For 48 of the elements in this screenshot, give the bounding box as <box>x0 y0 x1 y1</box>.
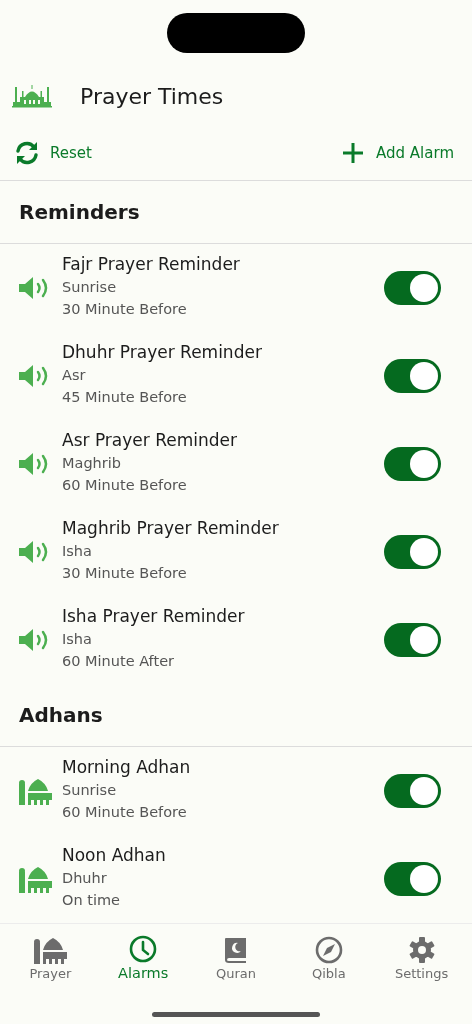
section-title: Adhans <box>19 703 103 727</box>
toggle-switch[interactable] <box>384 623 441 657</box>
reminder-title: Fajr Prayer Reminder <box>62 253 241 276</box>
compass-icon <box>314 935 343 964</box>
time-offset: 45 Minute Before <box>62 388 188 407</box>
mosque-icon <box>18 865 52 893</box>
settings-icon <box>407 935 436 964</box>
prayer-name: Isha <box>62 542 93 561</box>
reminder-title: Dhuhr Prayer Reminder <box>62 341 263 364</box>
time-offset: 30 Minute Before <box>62 300 188 319</box>
prayer-name: Sunrise <box>62 278 118 297</box>
prayer-name: Asr <box>62 366 87 385</box>
toggle-switch[interactable] <box>384 447 441 481</box>
prayer-name: Dhuhr <box>62 869 108 888</box>
reminder-title: Maghrib Prayer Reminder <box>62 517 280 540</box>
reset-button[interactable]: Reset <box>14 141 92 165</box>
mosque-icon <box>18 777 52 805</box>
prayer-name: Isha <box>62 630 93 649</box>
tab[interactable]: Qibla <box>282 924 376 992</box>
toggle-switch[interactable] <box>384 271 441 305</box>
toggle-switch[interactable] <box>384 535 441 569</box>
time-offset: 60 Minute Before <box>62 803 188 822</box>
toggle-switch[interactable] <box>384 862 441 896</box>
reminder-title: Asr Prayer Reminder <box>62 429 238 452</box>
clock-icon <box>129 935 158 963</box>
tab[interactable]: Quran <box>189 924 283 992</box>
prayer-name: Sunrise <box>62 781 118 800</box>
reminder-title: Morning Adhan <box>62 756 192 779</box>
tab[interactable]: Alarms <box>96 924 190 992</box>
mosque-logo-icon <box>12 83 52 109</box>
time-offset: 60 Minute Before <box>62 476 188 495</box>
time-offset: On time <box>62 891 121 910</box>
add-alarm-button[interactable]: Add Alarm <box>342 142 454 164</box>
tab[interactable]: Settings <box>375 924 468 992</box>
time-offset: 30 Minute Before <box>62 564 188 583</box>
reminder-title: Noon Adhan <box>62 844 167 867</box>
refresh-icon <box>14 141 40 165</box>
toggle-switch[interactable] <box>384 774 441 808</box>
toggle-switch[interactable] <box>384 359 441 393</box>
page-title: Prayer Times <box>80 83 224 109</box>
book-icon <box>223 935 249 964</box>
section-title: Reminders <box>19 200 140 224</box>
time-offset: 60 Minute After <box>62 652 175 671</box>
tab[interactable]: Prayer <box>4 924 97 992</box>
prayer-name: Maghrib <box>62 454 122 473</box>
reminder-title: Isha Prayer Reminder <box>62 605 246 628</box>
plus-icon <box>342 142 365 164</box>
mosque-icon <box>33 935 68 964</box>
